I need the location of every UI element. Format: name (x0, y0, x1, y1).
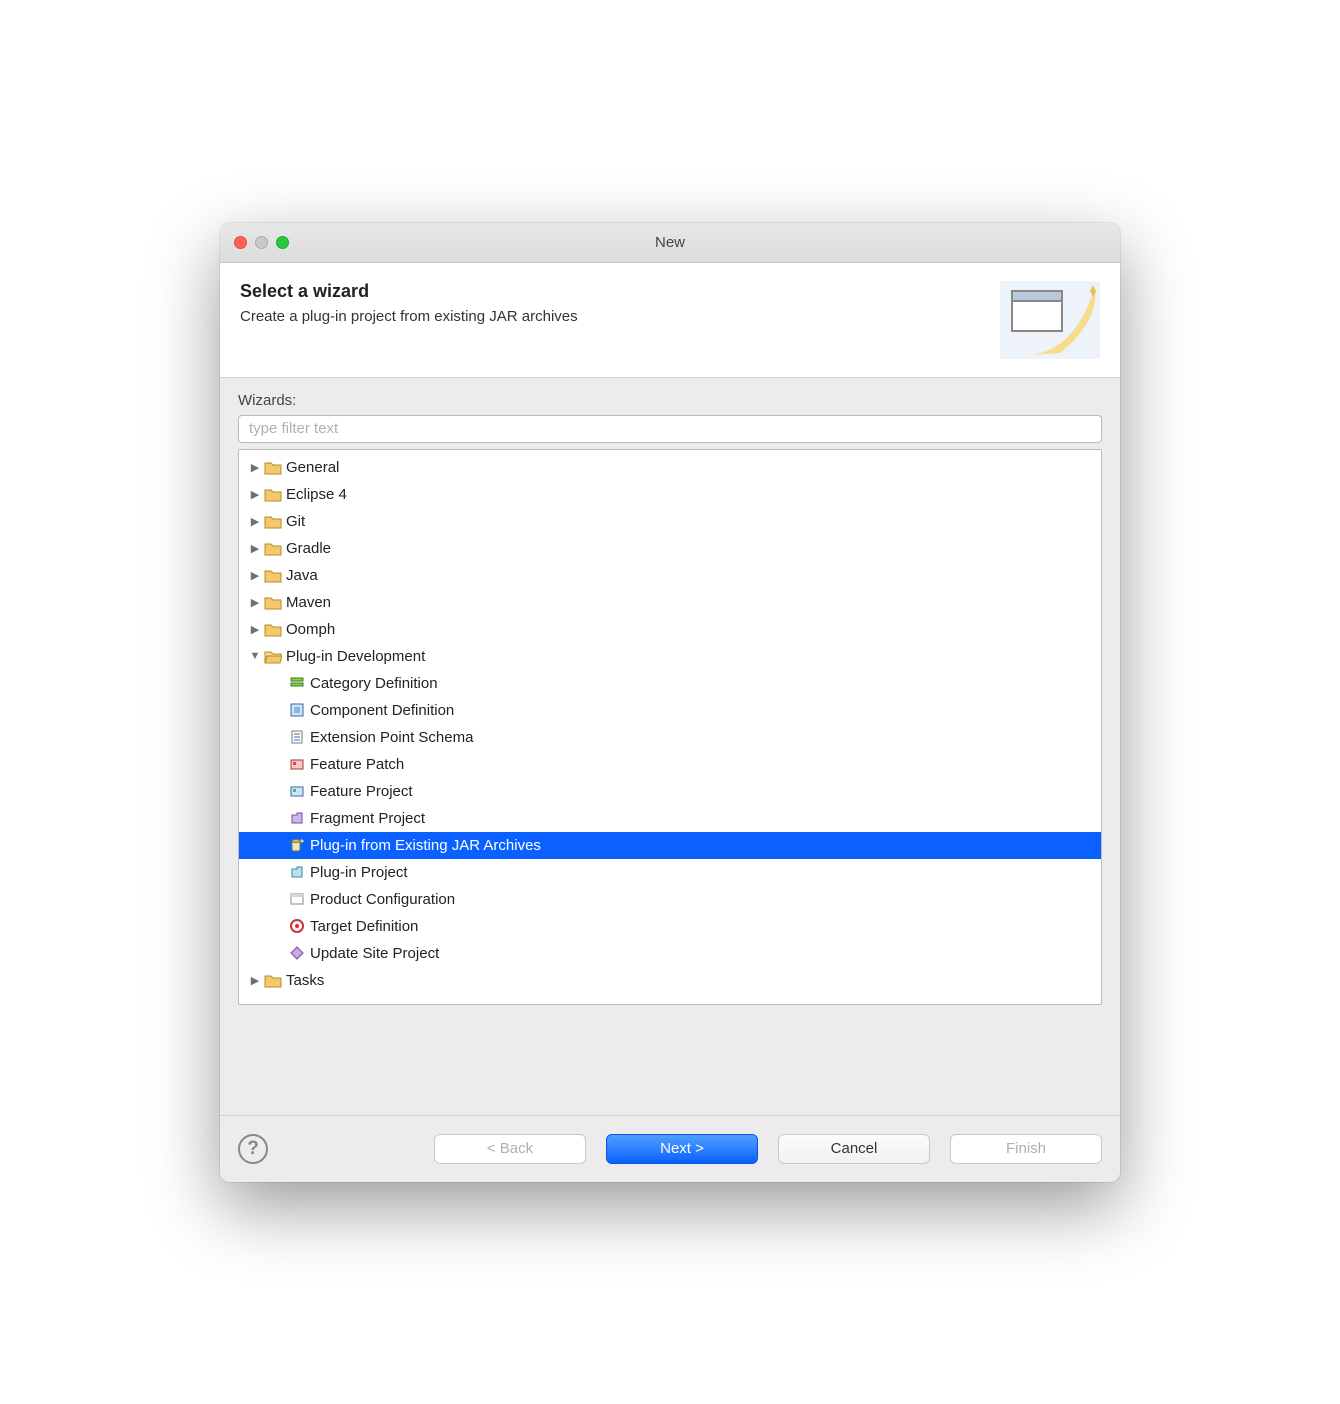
expand-toggle-icon[interactable]: ▶ (247, 569, 263, 582)
help-button[interactable]: ? (238, 1134, 268, 1164)
tree-item-fragment-project[interactable]: Fragment Project (239, 805, 1101, 832)
window-title: New (220, 234, 1120, 251)
tree-item-gradle[interactable]: ▶ Gradle (239, 535, 1101, 562)
tree-item-eclipse4[interactable]: ▶ Eclipse 4 (239, 481, 1101, 508)
tree-item-feature-patch[interactable]: Feature Patch (239, 751, 1101, 778)
feature-patch-icon (287, 755, 307, 773)
tree-item-update-site-project[interactable]: Update Site Project (239, 940, 1101, 967)
schema-icon (287, 728, 307, 746)
expand-toggle-icon[interactable]: ▶ (247, 596, 263, 609)
wizard-banner-icon (1000, 281, 1100, 359)
wizard-header: Select a wizard Create a plug-in project… (220, 263, 1120, 378)
content-area: Wizards: ▶ General ▶ Eclipse 4 ▶ Git ▶ (220, 378, 1120, 1115)
tree-item-oomph[interactable]: ▶ Oomph (239, 616, 1101, 643)
tree-item-category-definition[interactable]: Category Definition (239, 670, 1101, 697)
folder-icon (263, 512, 283, 530)
expand-toggle-icon[interactable]: ▶ (247, 542, 263, 555)
expand-toggle-icon[interactable]: ▶ (247, 461, 263, 474)
wizard-title: Select a wizard (240, 281, 578, 302)
feature-icon (287, 782, 307, 800)
expand-toggle-icon[interactable]: ▶ (247, 623, 263, 636)
tree-item-tasks[interactable]: ▶ Tasks (239, 967, 1101, 994)
folder-icon (263, 593, 283, 611)
tree-item-plugin-from-jar[interactable]: Plug-in from Existing JAR Archives (239, 832, 1101, 859)
finish-button: Finish (950, 1134, 1102, 1164)
category-icon (287, 674, 307, 692)
next-button[interactable]: Next > (606, 1134, 758, 1164)
expand-toggle-icon[interactable]: ▶ (247, 515, 263, 528)
filter-input[interactable] (238, 415, 1102, 443)
plugin-project-icon (287, 863, 307, 881)
tree-item-component-definition[interactable]: Component Definition (239, 697, 1101, 724)
folder-icon (263, 485, 283, 503)
tree-item-maven[interactable]: ▶ Maven (239, 589, 1101, 616)
tree-item-plugin-development[interactable]: ▼ Plug-in Development (239, 643, 1101, 670)
jar-plugin-icon (287, 836, 307, 854)
fragment-icon (287, 809, 307, 827)
tree-item-product-configuration[interactable]: Product Configuration (239, 886, 1101, 913)
folder-icon (263, 539, 283, 557)
new-wizard-dialog: New Select a wizard Create a plug-in pro… (220, 223, 1120, 1182)
expand-toggle-icon[interactable]: ▶ (247, 488, 263, 501)
folder-icon (263, 620, 283, 638)
tree-item-git[interactable]: ▶ Git (239, 508, 1101, 535)
collapse-toggle-icon[interactable]: ▼ (247, 650, 263, 662)
tree-item-plugin-project[interactable]: Plug-in Project (239, 859, 1101, 886)
tree-item-extension-point-schema[interactable]: Extension Point Schema (239, 724, 1101, 751)
cancel-button[interactable]: Cancel (778, 1134, 930, 1164)
update-site-icon (287, 944, 307, 962)
tree-item-target-definition[interactable]: Target Definition (239, 913, 1101, 940)
expand-toggle-icon[interactable]: ▶ (247, 974, 263, 987)
back-button: < Back (434, 1134, 586, 1164)
component-icon (287, 701, 307, 719)
tree-item-java[interactable]: ▶ Java (239, 562, 1101, 589)
button-bar: ? < Back Next > Cancel Finish (220, 1115, 1120, 1182)
tree-item-feature-project[interactable]: Feature Project (239, 778, 1101, 805)
wizard-description: Create a plug-in project from existing J… (240, 308, 578, 325)
folder-open-icon (263, 647, 283, 665)
tree-item-general[interactable]: ▶ General (239, 454, 1101, 481)
folder-icon (263, 971, 283, 989)
target-icon (287, 917, 307, 935)
folder-icon (263, 458, 283, 476)
titlebar: New (220, 223, 1120, 263)
folder-icon (263, 566, 283, 584)
filter-label: Wizards: (238, 392, 1102, 409)
wizard-tree[interactable]: ▶ General ▶ Eclipse 4 ▶ Git ▶ Gradle ▶ (238, 449, 1102, 1005)
product-icon (287, 890, 307, 908)
